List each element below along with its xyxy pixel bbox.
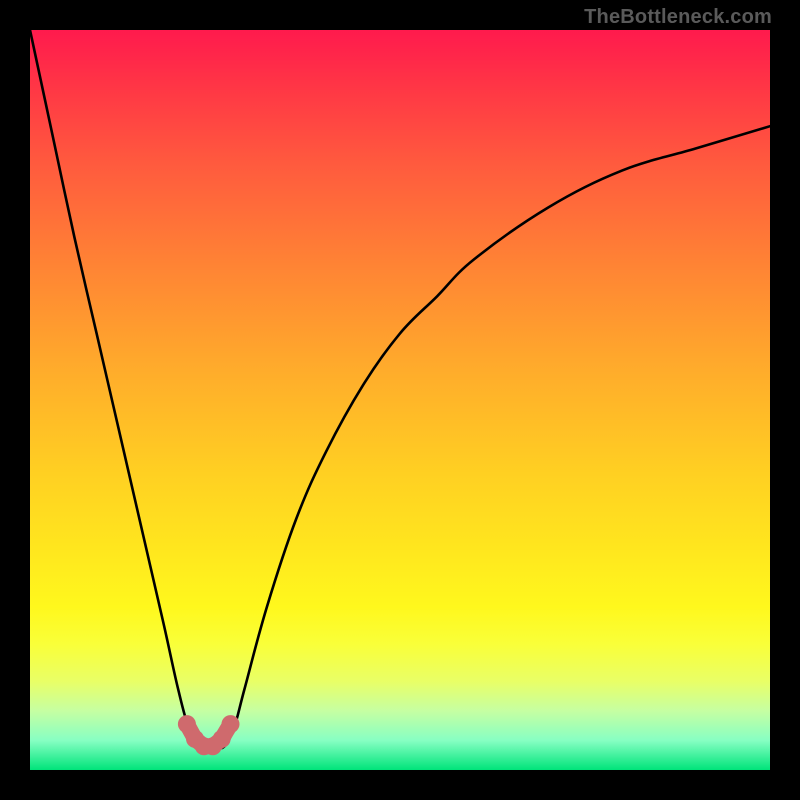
plot-area	[30, 30, 770, 770]
chart-frame: TheBottleneck.com	[0, 0, 800, 800]
minimum-marker-dot	[222, 715, 240, 733]
bottleneck-curve	[30, 30, 770, 748]
curve-overlay	[30, 30, 770, 770]
minimum-markers	[178, 715, 240, 755]
attribution-text: TheBottleneck.com	[584, 6, 772, 29]
